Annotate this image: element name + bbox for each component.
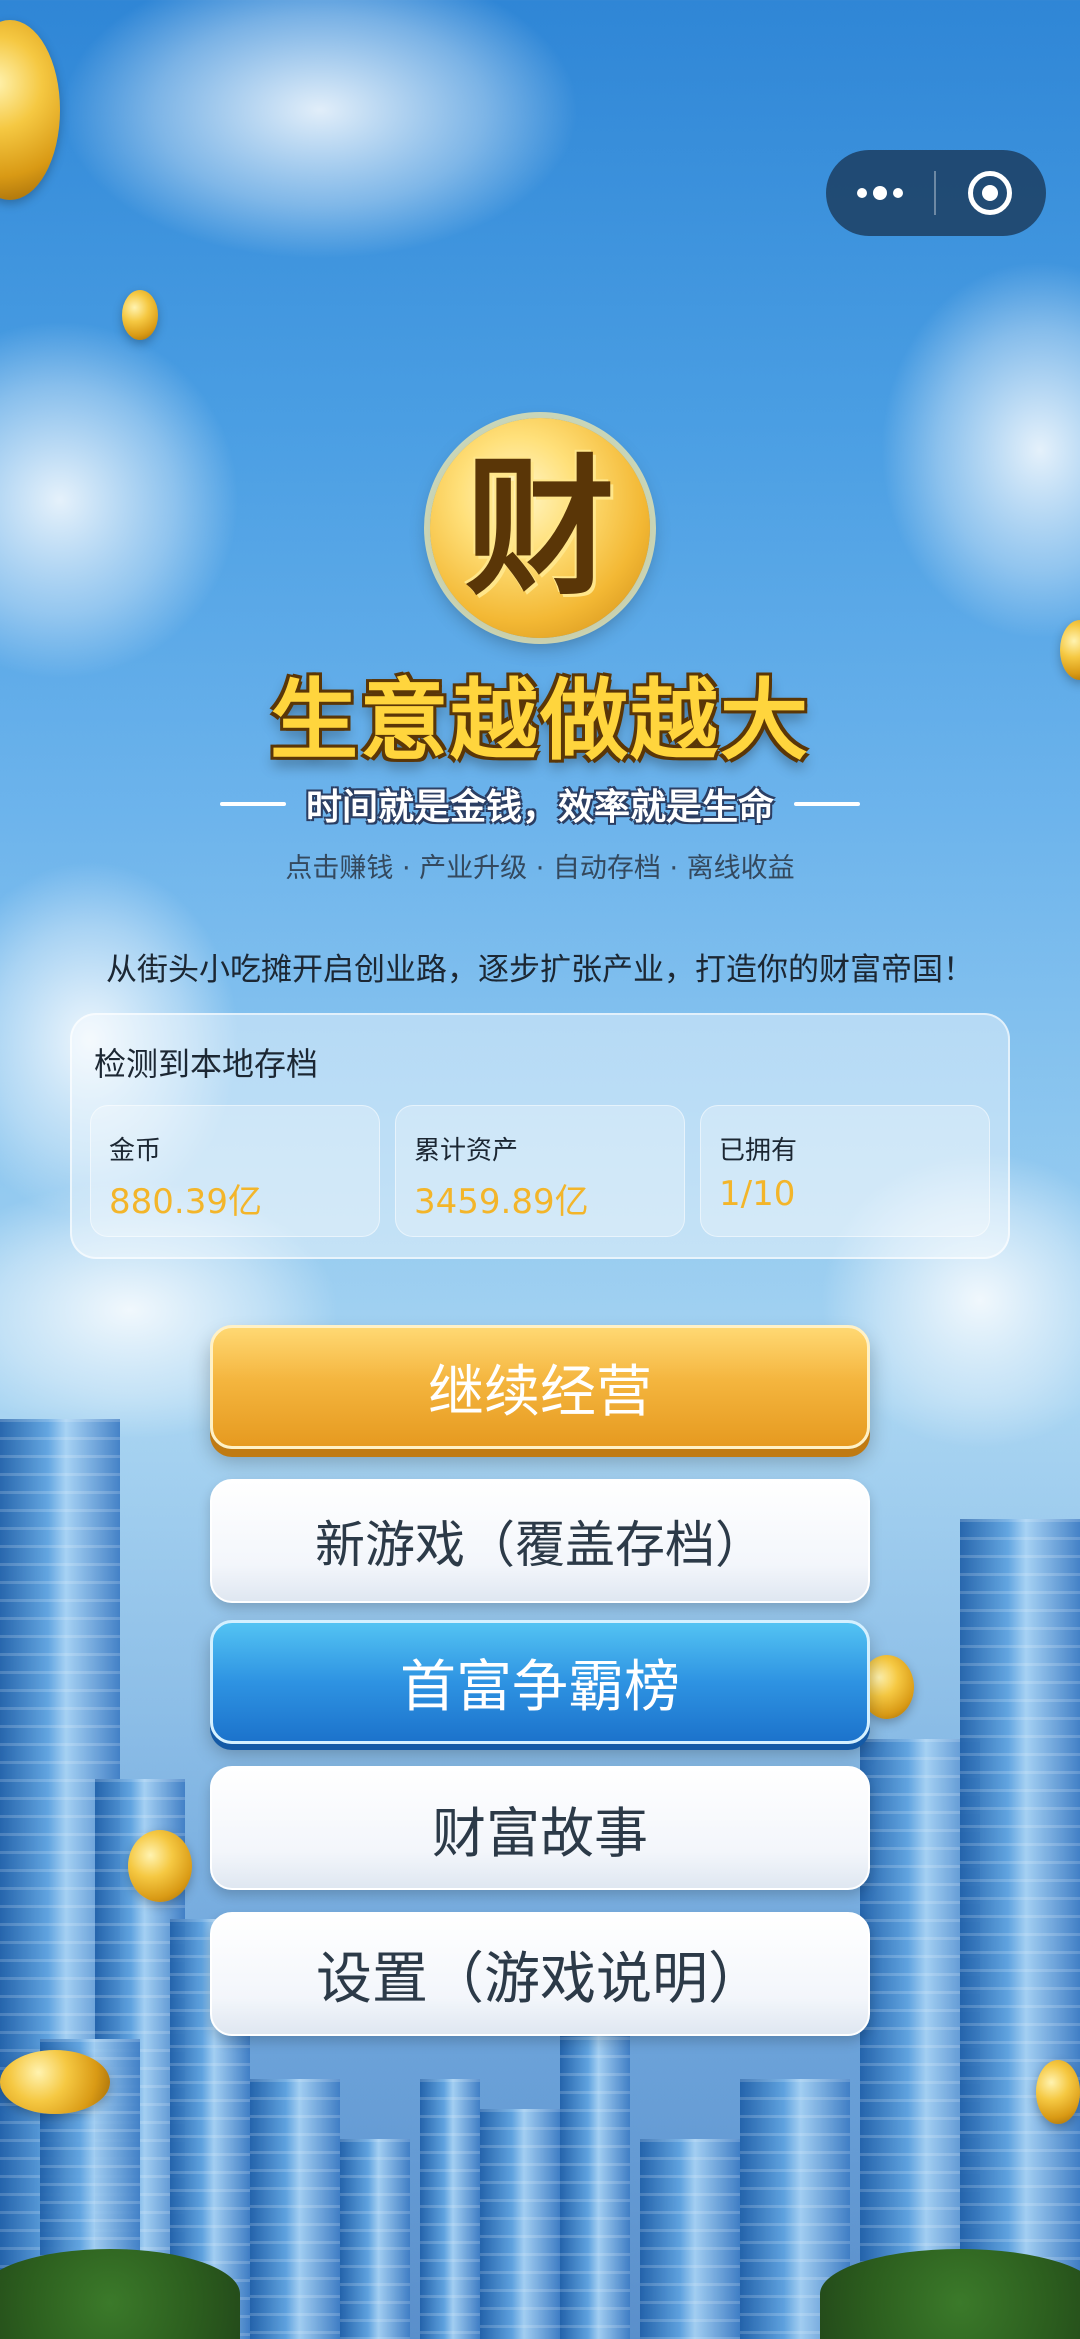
leaderboard-button[interactable]: 首富争霸榜 [210,1620,870,1744]
more-dots-icon[interactable] [826,150,934,236]
stat-gold: 金币 880.39亿 [90,1105,380,1237]
stat-assets: 累计资产 3459.89亿 [395,1105,685,1237]
coin-decoration [128,1830,192,1902]
coin-decoration [1036,2060,1080,2124]
logo-coin: 财 [430,418,650,638]
story-button[interactable]: 财富故事 [210,1766,870,1890]
slogan-text: 时间就是金钱，效率就是生命 [305,787,774,828]
slogan-line-left [219,802,286,806]
settings-button[interactable]: 设置（游戏说明） [210,1912,870,2036]
coin-decoration [0,20,60,200]
target-circle-icon[interactable] [936,150,1044,236]
stat-value: 1/10 [719,1174,796,1214]
coin-decoration [0,2050,110,2114]
stat-owned: 已拥有 1/10 [700,1105,990,1237]
feature-list: 点击赚钱 · 产业升级 · 自动存档 · 离线收益 [285,853,795,884]
logo-character: 财 [464,440,615,616]
stat-label: 累计资产 [414,1136,519,1166]
game-title: 生意越做越大 [269,669,810,772]
save-panel: 检测到本地存档 金币 880.39亿 累计资产 3459.89亿 已拥有 1/1… [70,1013,1010,1259]
stat-label: 金币 [109,1136,162,1166]
coin-decoration [122,290,158,340]
slogan-line-right [794,802,860,806]
mini-program-capsule [826,150,1046,236]
stat-value: 880.39亿 [109,1182,262,1222]
slogan: 时间就是金钱，效率就是生命 [0,778,1080,830]
stat-label: 已拥有 [719,1136,798,1166]
intro-text: 从街头小吃摊开启创业路，逐步扩张产业，打造你的财富帝国！ [106,952,974,988]
save-panel-title: 检测到本地存档 [94,1045,319,1083]
stat-value: 3459.89亿 [414,1182,589,1222]
continue-button[interactable]: 继续经营 [210,1325,870,1449]
new-game-button[interactable]: 新游戏（覆盖存档） [210,1479,870,1603]
